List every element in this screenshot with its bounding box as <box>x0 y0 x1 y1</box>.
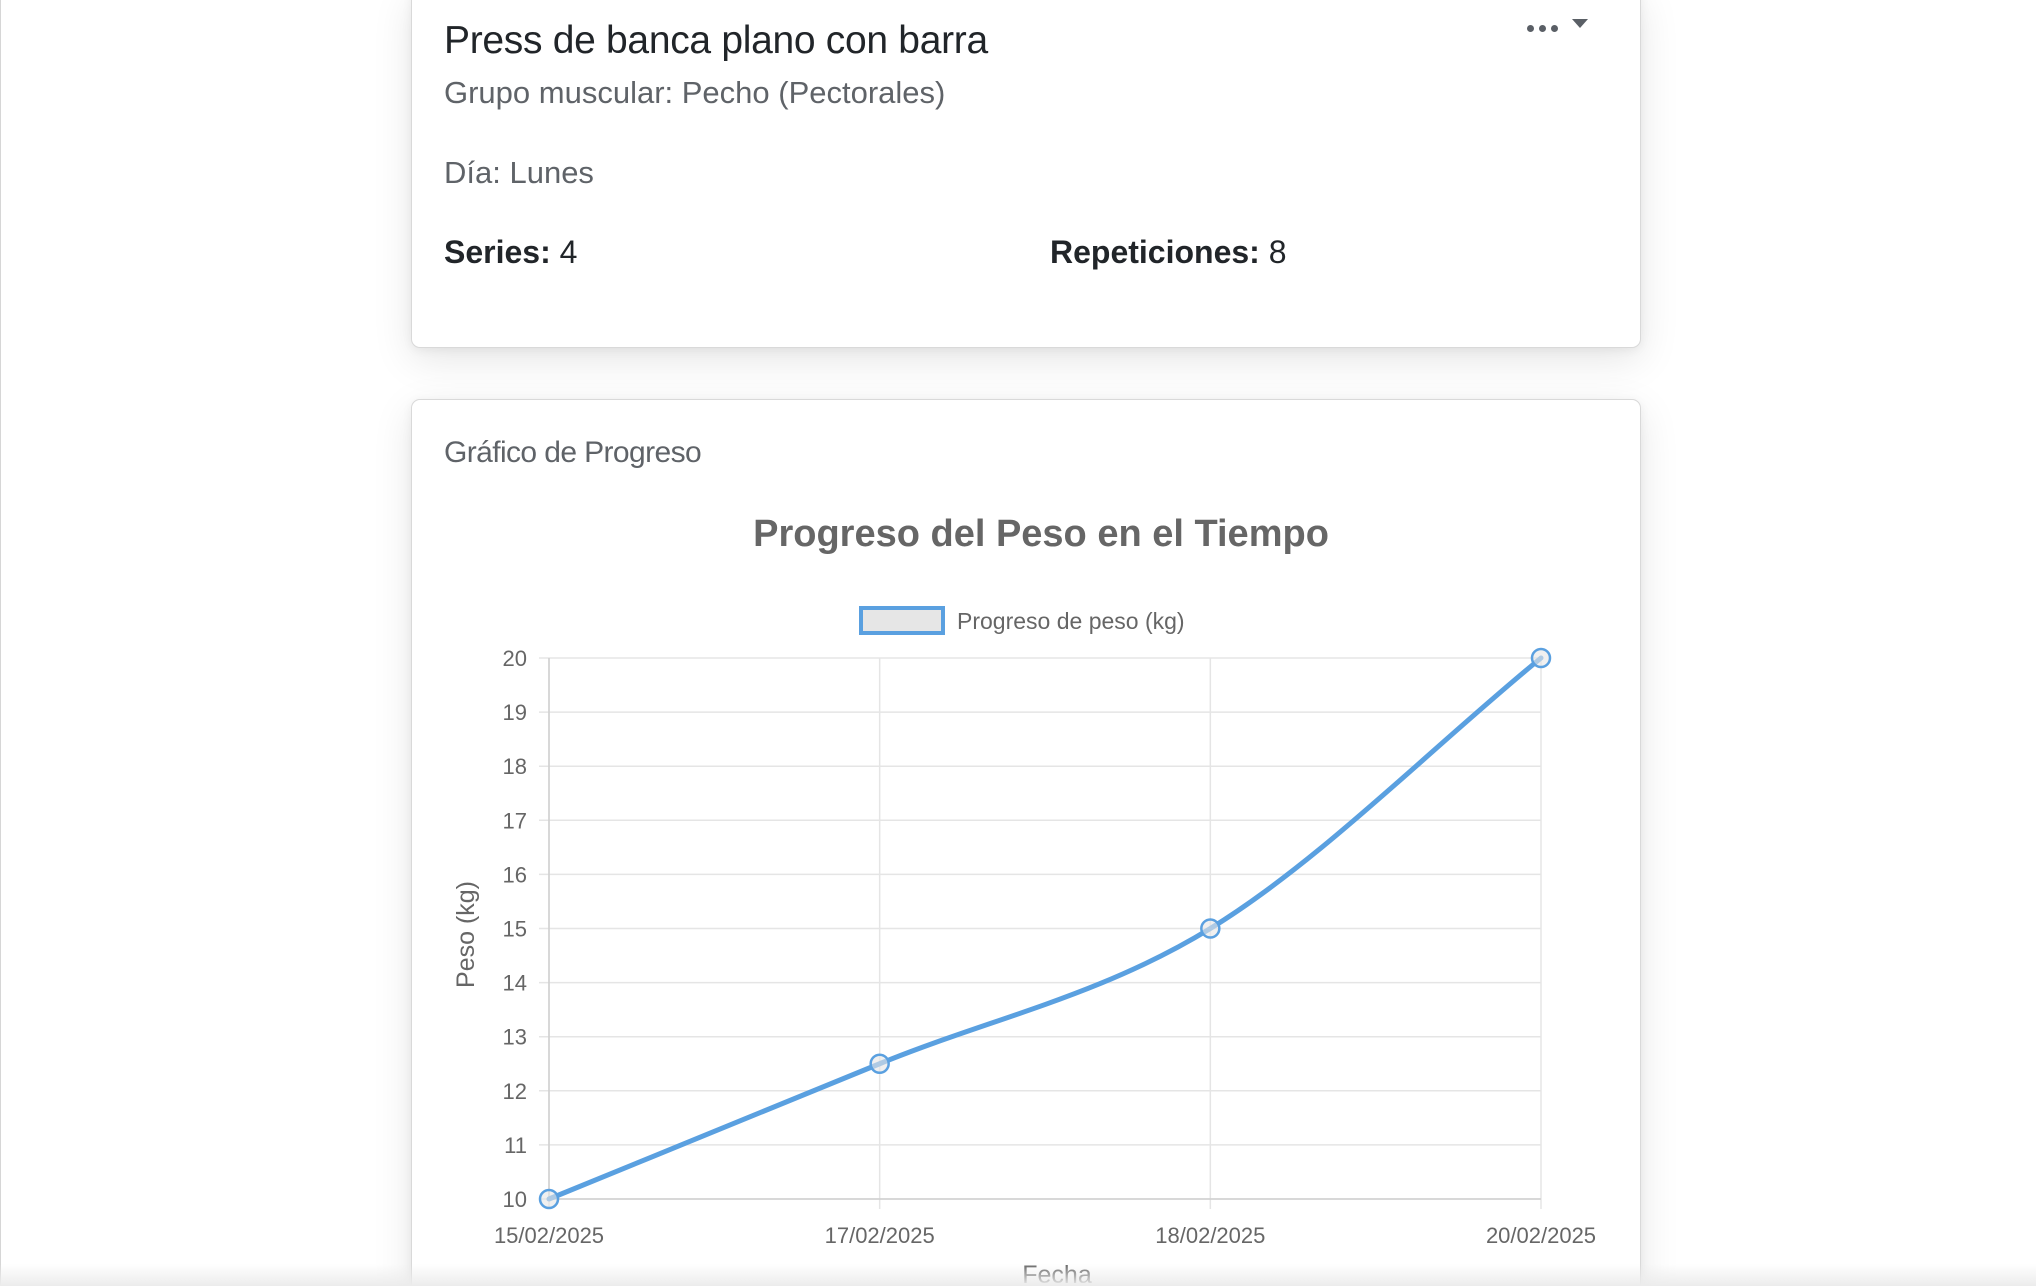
exercise-series: Series: 4 <box>444 234 577 271</box>
y-tick-label: 18 <box>503 754 527 779</box>
x-tick-label: 18/02/2025 <box>1155 1223 1265 1248</box>
y-tick-label: 10 <box>503 1187 527 1212</box>
y-tick-label: 17 <box>503 808 527 833</box>
y-tick-label: 12 <box>503 1079 527 1104</box>
reps-label: Repeticiones: <box>1050 234 1260 270</box>
progress-chart-card: Gráfico de Progreso 10 11 12 13 14 15 16 17 18 19… <box>411 399 1641 1286</box>
data-point <box>869 1053 890 1074</box>
more-horizontal-icon <box>1527 25 1558 32</box>
data-point <box>1530 647 1552 669</box>
y-tick-label: 16 <box>503 862 527 887</box>
exercise-muscle-group: Grupo muscular: Pecho (Pectorales) <box>444 75 946 110</box>
chart-title: Progreso del Peso en el Tiempo <box>753 513 1329 555</box>
progress-chart: 10 11 12 13 14 15 16 17 18 19 20 15/02/2025 17/02/20… <box>452 513 1596 1286</box>
exercise-reps: Repeticiones: 8 <box>1050 234 1287 271</box>
exercise-card: Press de banca plano con barra Grupo mus… <box>411 0 1641 348</box>
y-tick-label: 13 <box>503 1025 527 1050</box>
y-tick-label: 19 <box>503 700 527 725</box>
exercise-day: Día: Lunes <box>444 155 594 190</box>
data-point <box>538 1188 560 1210</box>
data-point <box>1200 918 1221 939</box>
exercise-options-button[interactable] <box>1527 17 1588 32</box>
series-label: Series: <box>444 234 551 270</box>
x-tick-label: 20/02/2025 <box>1486 1223 1596 1248</box>
bottom-fade <box>0 1264 2036 1286</box>
y-axis-label: Peso (kg) <box>452 881 480 988</box>
x-tick-label: 17/02/2025 <box>825 1223 935 1248</box>
page: Press de banca plano con barra Grupo mus… <box>0 0 2036 1286</box>
y-tick-label: 15 <box>503 917 527 942</box>
y-tick-label: 11 <box>504 1133 527 1158</box>
x-tick-label: 15/02/2025 <box>494 1223 604 1248</box>
legend-swatch <box>859 606 945 635</box>
legend-label: Progreso de peso (kg) <box>957 608 1185 634</box>
left-border <box>0 0 1 1286</box>
reps-value: 8 <box>1268 234 1287 270</box>
y-tick-label: 20 <box>503 646 527 671</box>
caret-down-icon <box>1572 19 1588 28</box>
series-value: 4 <box>559 234 578 270</box>
y-tick-label: 14 <box>503 971 527 996</box>
exercise-title: Press de banca plano con barra <box>444 19 988 62</box>
